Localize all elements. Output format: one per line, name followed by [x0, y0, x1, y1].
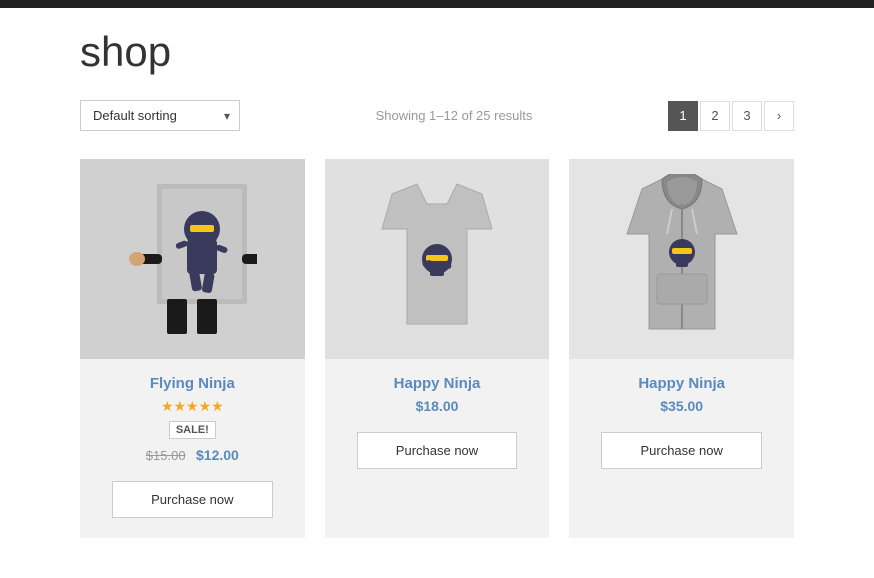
product-card-3: Happy Ninja $35.00 Purchase now	[569, 159, 794, 538]
price-area-2: $18.00	[416, 398, 459, 416]
product-name-1: Flying Ninja	[150, 375, 235, 392]
pagination: 1 2 3 ›	[668, 101, 794, 131]
product-info-3: Happy Ninja $35.00 Purchase now	[569, 375, 794, 469]
purchase-btn-1[interactable]: Purchase now	[112, 481, 273, 518]
product-info-1: Flying Ninja ★★★★★ SALE! $15.00 $12.00 P…	[80, 375, 305, 518]
product-name-3: Happy Ninja	[638, 375, 725, 392]
results-text: Showing 1–12 of 25 results	[376, 108, 533, 123]
product-image-2	[325, 159, 550, 359]
price-single-3: $35.00	[660, 398, 703, 414]
price-current-1: $12.00	[196, 447, 239, 463]
page-btn-1[interactable]: 1	[668, 101, 698, 131]
product-name-2: Happy Ninja	[394, 375, 481, 392]
purchase-btn-3[interactable]: Purchase now	[601, 432, 762, 469]
product-info-2: Happy Ninja $18.00 Purchase now	[325, 375, 550, 469]
sort-select-wrapper: Default sorting Popularity Average Ratin…	[80, 100, 240, 131]
product-image-3	[569, 159, 794, 359]
product-card-1: Flying Ninja ★★★★★ SALE! $15.00 $12.00 P…	[80, 159, 305, 538]
product-card-2: Happy Ninja $18.00 Purchase now	[325, 159, 550, 538]
sale-badge-1: SALE!	[169, 421, 216, 439]
page-btn-3[interactable]: 3	[732, 101, 762, 131]
page-btn-next[interactable]: ›	[764, 101, 794, 131]
toolbar: Default sorting Popularity Average Ratin…	[80, 100, 794, 131]
top-bar	[0, 0, 874, 8]
sort-select[interactable]: Default sorting Popularity Average Ratin…	[80, 100, 240, 131]
purchase-btn-2[interactable]: Purchase now	[357, 432, 518, 469]
price-single-2: $18.00	[416, 398, 459, 414]
products-grid: Flying Ninja ★★★★★ SALE! $15.00 $12.00 P…	[80, 159, 794, 538]
page-title: shop	[80, 28, 794, 76]
price-old-1: $15.00	[146, 448, 186, 463]
price-area-1: $15.00 $12.00	[146, 447, 239, 465]
price-area-3: $35.00	[660, 398, 703, 416]
product-image-1	[80, 159, 305, 359]
main-container: shop Default sorting Popularity Average …	[0, 8, 874, 578]
product-stars-1: ★★★★★	[161, 398, 224, 415]
page-btn-2[interactable]: 2	[700, 101, 730, 131]
